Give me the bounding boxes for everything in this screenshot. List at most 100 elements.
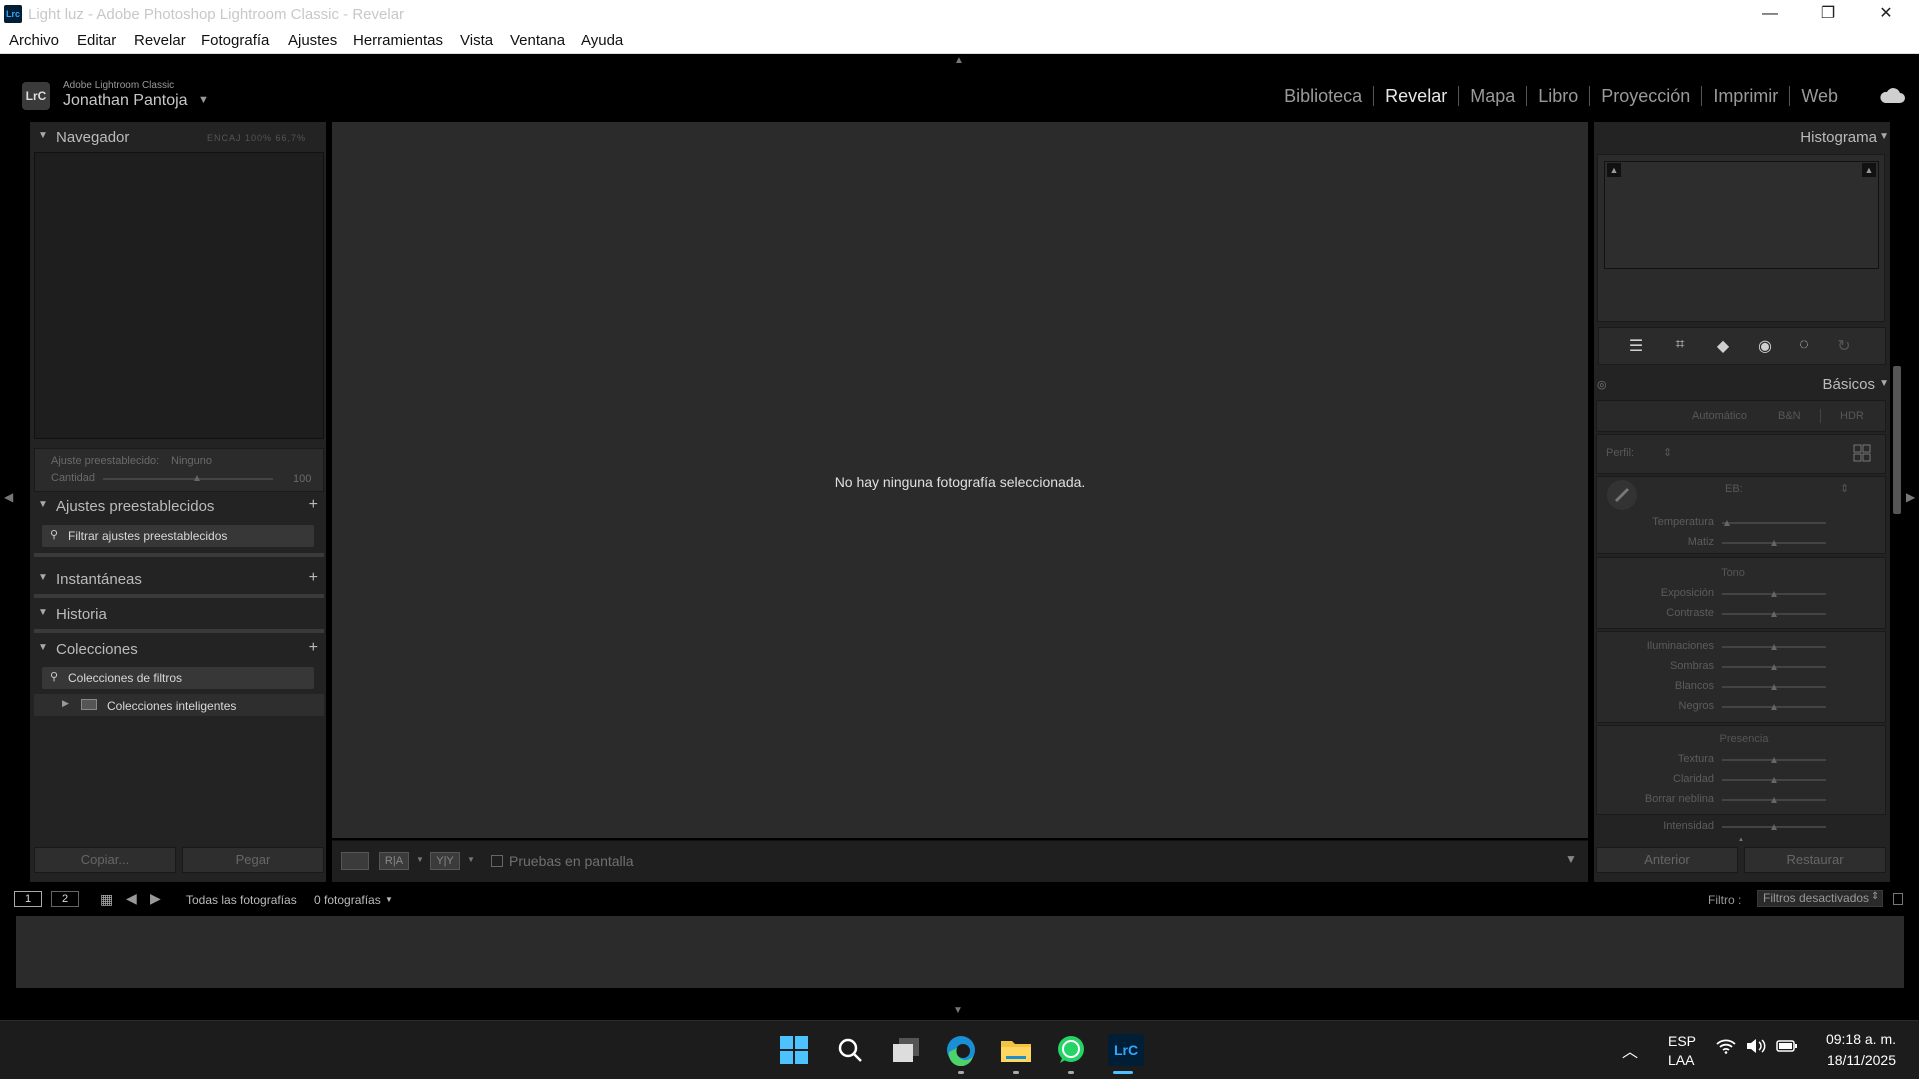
amount-slider-knob[interactable] — [193, 475, 200, 481]
clock-date[interactable]: 18/11/2025 — [1827, 1052, 1896, 1068]
add-snapshot-icon[interactable]: + — [309, 569, 318, 587]
windows-start-icon[interactable] — [777, 1033, 811, 1067]
module-revelar[interactable]: Revelar — [1374, 86, 1460, 106]
before-after-ra-button[interactable]: R|A — [379, 852, 409, 870]
slider-knob[interactable] — [1771, 644, 1777, 650]
slider-knob[interactable] — [1771, 664, 1777, 670]
left-panel-toggle-icon[interactable]: ◀ — [4, 490, 13, 504]
slider-knob[interactable] — [1771, 777, 1777, 783]
basics-title[interactable]: Básicos — [1822, 376, 1875, 393]
edge-browser-icon[interactable] — [944, 1033, 978, 1067]
histogram-title[interactable]: Histograma — [1800, 129, 1877, 146]
collapse-triangle-icon[interactable]: ▼ — [38, 130, 48, 141]
snapshots-header[interactable]: ▼ Instantáneas + — [30, 566, 326, 594]
maximize-button[interactable]: ❐ — [1799, 0, 1857, 28]
module-web[interactable]: Web — [1790, 86, 1849, 106]
lightroom-taskbar-icon[interactable]: LrC — [1106, 1033, 1146, 1067]
grid-view-icon[interactable]: ▦ — [100, 891, 113, 908]
main-window-button[interactable]: 1 — [14, 891, 42, 907]
right-panel-scrollbar[interactable] — [1893, 366, 1901, 514]
top-panel-toggle-icon[interactable]: ▲ — [954, 55, 964, 66]
user-menu-caret-icon[interactable]: ▼ — [198, 94, 209, 106]
wb-dropdown-icon[interactable]: ⇕ — [1840, 482, 1849, 495]
slider-knob[interactable] — [1771, 704, 1777, 710]
slider-knob[interactable] — [1771, 824, 1777, 830]
task-view-icon[interactable] — [889, 1033, 923, 1067]
clock-time[interactable]: 09:18 a. m. — [1826, 1031, 1896, 1047]
edit-sliders-icon[interactable]: ☰ — [1624, 336, 1648, 356]
search-icon[interactable] — [833, 1033, 867, 1067]
collapse-triangle-icon[interactable]: ▼ — [38, 607, 48, 618]
module-libro[interactable]: Libro — [1527, 86, 1591, 106]
reset-icon[interactable]: ↻ — [1832, 336, 1856, 356]
volume-icon[interactable] — [1746, 1038, 1766, 1059]
minimize-button[interactable]: — — [1741, 0, 1799, 28]
before-after-caret-icon[interactable]: ▼ — [467, 855, 475, 864]
hdr-button[interactable]: HDR — [1840, 410, 1864, 422]
profile-dropdown-icon[interactable]: ⇕ — [1663, 446, 1672, 459]
photo-count-caret-icon[interactable]: ▼ — [385, 895, 393, 904]
crop-icon[interactable]: ⌗ — [1668, 336, 1692, 356]
red-eye-icon[interactable]: ◉ — [1753, 336, 1777, 356]
menu-herramientas[interactable]: Herramientas — [353, 32, 443, 49]
wifi-icon[interactable] — [1716, 1038, 1736, 1059]
right-panel-toggle-icon[interactable]: ▶ — [1906, 490, 1915, 504]
menu-ventana[interactable]: Ventana — [510, 32, 565, 49]
keyboard-layout[interactable]: LAA — [1668, 1052, 1694, 1068]
menu-editar[interactable]: Editar — [77, 32, 116, 49]
navigator-zoom-options[interactable]: ENCAJ 100% 66,7% — [207, 133, 306, 143]
navigator-header[interactable]: ▼ Navegador ENCAJ 100% 66,7% — [30, 124, 326, 152]
slider-knob[interactable] — [1724, 520, 1731, 526]
add-preset-icon[interactable]: + — [309, 496, 318, 514]
filter-lock-icon[interactable] — [1893, 893, 1903, 905]
input-language[interactable]: ESP — [1668, 1033, 1696, 1049]
before-after-caret-icon[interactable]: ▼ — [416, 855, 424, 864]
healing-eraser-icon[interactable]: ◆ — [1711, 336, 1735, 356]
battery-icon[interactable] — [1776, 1038, 1798, 1059]
paste-button[interactable]: Pegar — [182, 847, 324, 873]
soft-proof-checkbox[interactable] — [491, 855, 503, 867]
module-mapa[interactable]: Mapa — [1459, 86, 1528, 106]
forward-arrow-icon[interactable]: ▶ — [150, 890, 161, 907]
profile-browser-grid-icon[interactable] — [1853, 444, 1871, 462]
bottom-panel-toggle-icon[interactable]: ▼ — [953, 1005, 963, 1016]
menu-ayuda[interactable]: Ayuda — [581, 32, 623, 49]
module-biblioteca[interactable]: Biblioteca — [1273, 86, 1375, 106]
slider-knob[interactable] — [1771, 591, 1777, 597]
copy-button[interactable]: Copiar... — [34, 847, 176, 873]
presets-header[interactable]: ▼ Ajustes preestablecidos + — [30, 493, 326, 521]
slider-knob[interactable] — [1771, 684, 1777, 690]
before-after-yy-button[interactable]: Y|Y — [430, 852, 460, 870]
amount-slider-track[interactable] — [103, 475, 273, 481]
loupe-view-icon[interactable] — [341, 852, 369, 870]
slider-knob[interactable] — [1771, 611, 1777, 617]
menu-fotografia[interactable]: Fotografía — [201, 32, 269, 49]
auto-button[interactable]: Automático — [1692, 410, 1747, 422]
filter-dropdown-icon[interactable]: ⇕ — [1871, 891, 1879, 902]
previous-button[interactable]: Anterior — [1596, 847, 1738, 873]
expand-triangle-icon[interactable]: ▶ — [62, 698, 69, 709]
history-header[interactable]: ▼ Historia — [30, 601, 326, 629]
highlight-clipping-icon[interactable]: ▲ — [1862, 163, 1876, 177]
shadow-clipping-icon[interactable]: ▲ — [1607, 163, 1621, 177]
masking-icon[interactable]: ◌ — [1792, 336, 1816, 356]
menu-vista[interactable]: Vista — [460, 32, 493, 49]
wb-eyedropper-icon[interactable] — [1607, 480, 1637, 510]
collections-header[interactable]: ▼ Colecciones + — [30, 636, 326, 664]
user-name[interactable]: Jonathan Pantoja — [63, 92, 188, 110]
module-proyeccion[interactable]: Proyección — [1590, 86, 1703, 106]
cloud-sync-icon[interactable] — [1879, 88, 1905, 104]
collapse-triangle-icon[interactable]: ▼ — [38, 499, 48, 510]
presets-filter-input[interactable]: ⚲ Filtrar ajustes preestablecidos — [42, 525, 314, 547]
reset-button[interactable]: Restaurar — [1744, 847, 1886, 873]
collapse-triangle-icon[interactable]: ▼ — [38, 572, 48, 583]
photo-count[interactable]: 0 fotografías — [314, 893, 381, 907]
smart-collections-row[interactable]: ▶ Colecciones inteligentes — [34, 694, 324, 716]
secondary-window-button[interactable]: 2 — [51, 891, 79, 907]
filmstrip-source[interactable]: Todas las fotografías — [186, 893, 297, 907]
menu-archivo[interactable]: Archivo — [9, 32, 59, 49]
collapse-triangle-icon[interactable]: ▼ — [1879, 131, 1889, 142]
collapse-triangle-icon[interactable]: ▼ — [38, 642, 48, 653]
file-explorer-icon[interactable] — [999, 1033, 1033, 1067]
close-button[interactable]: ✕ — [1857, 0, 1915, 28]
